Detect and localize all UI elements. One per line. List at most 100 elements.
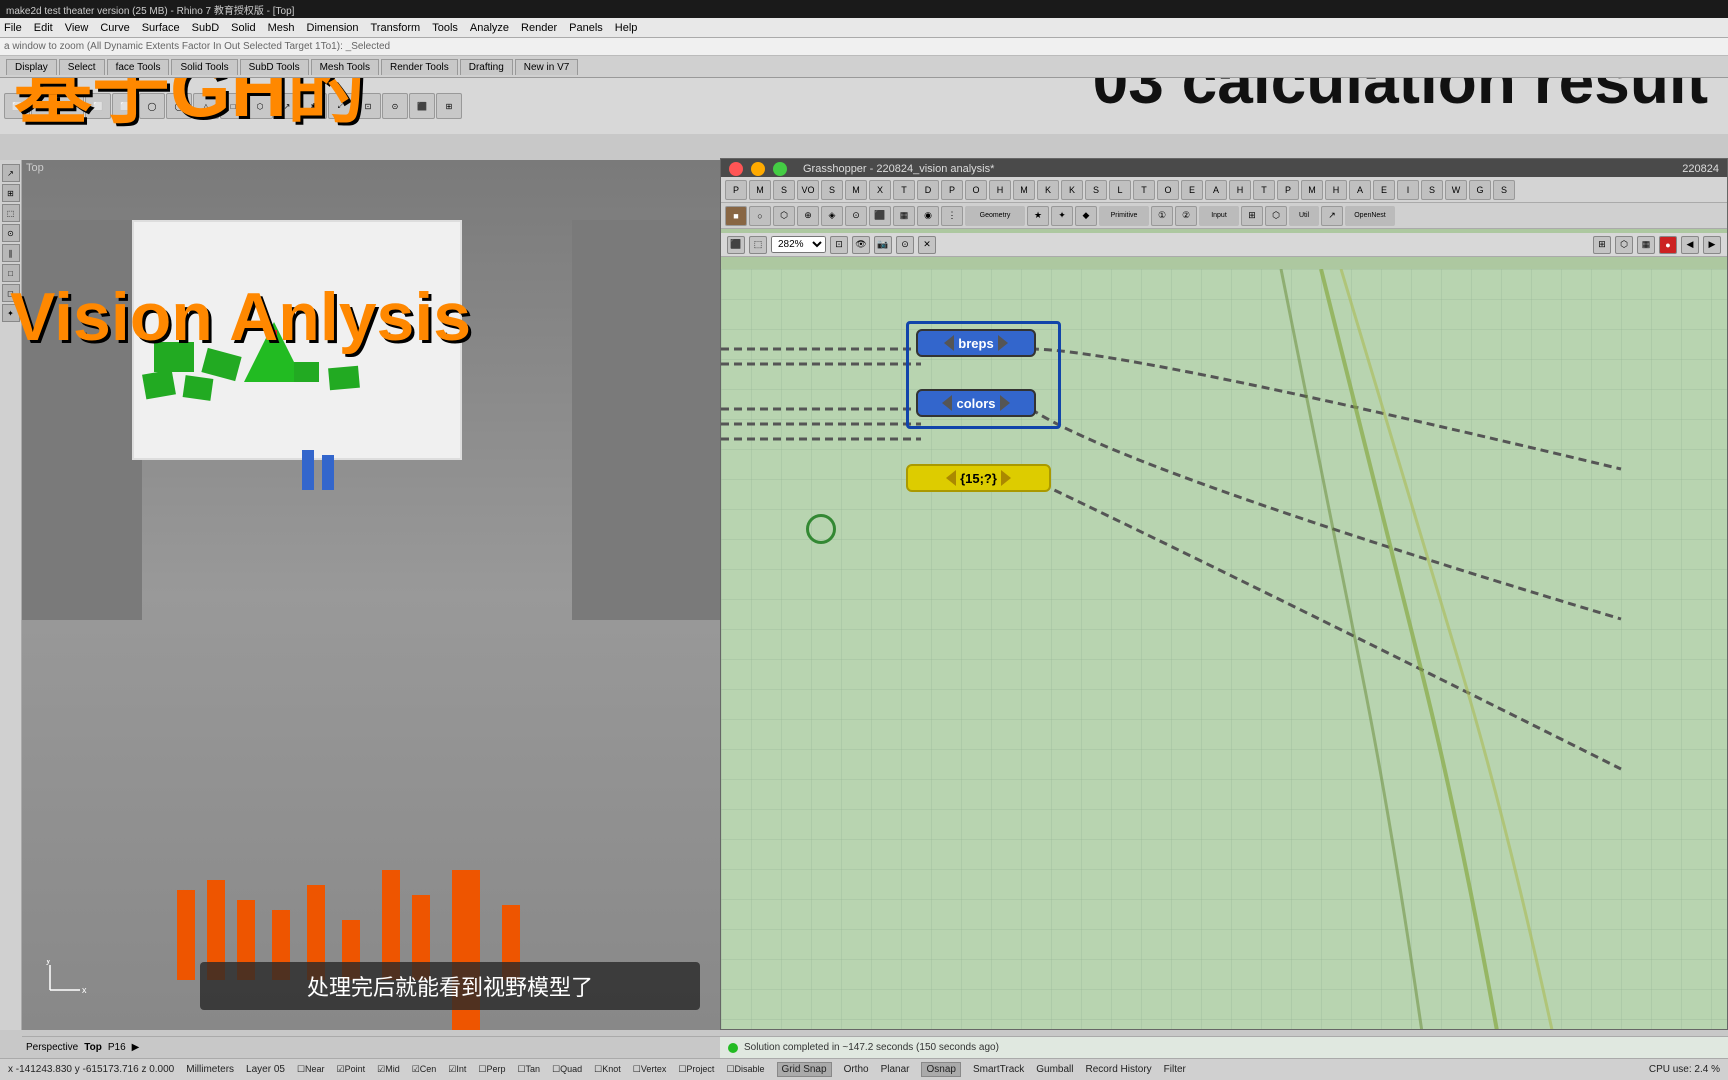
gh-tool-t[interactable]: T xyxy=(893,180,915,200)
status-filter[interactable]: Filter xyxy=(1164,1064,1186,1075)
status-snap-knot[interactable]: ☐Knot xyxy=(594,1064,621,1075)
gh-tool-vo[interactable]: VO xyxy=(797,180,819,200)
gh-tool-s[interactable]: S xyxy=(773,180,795,200)
gh-icon-4[interactable]: ⊕ xyxy=(797,206,819,226)
status-gumball[interactable]: Gumball xyxy=(1036,1064,1073,1075)
status-snap-near[interactable]: ☐Near xyxy=(297,1064,325,1075)
gh-icon-15[interactable]: ② xyxy=(1175,206,1197,226)
gh-minimize-btn[interactable] xyxy=(751,162,765,176)
status-ortho[interactable]: Ortho xyxy=(844,1064,869,1075)
toolbar-btn-17[interactable]: ⊞ xyxy=(436,93,462,119)
tab-face-tools[interactable]: face Tools xyxy=(107,59,170,75)
gh-tool-s4[interactable]: S xyxy=(1421,180,1443,200)
gh-zoom-eye[interactable]: 👁 xyxy=(852,236,870,254)
gh-maximize-btn[interactable] xyxy=(773,162,787,176)
gh-zoom-icon-1[interactable]: ⬛ xyxy=(727,236,745,254)
gh-tool-h3[interactable]: H xyxy=(1325,180,1347,200)
gh-tool-m3[interactable]: M xyxy=(1013,180,1035,200)
gh-canvas-circle[interactable] xyxy=(806,514,836,544)
status-snap-quad[interactable]: ☐Quad xyxy=(552,1064,582,1075)
status-snap-mid[interactable]: ☑Mid xyxy=(377,1064,400,1075)
gh-tool-t3[interactable]: T xyxy=(1253,180,1275,200)
menu-subd[interactable]: SubD xyxy=(192,22,220,34)
sidebar-icon-1[interactable]: ↗ xyxy=(2,164,20,182)
gh-zoom-extra1[interactable]: ⊙ xyxy=(896,236,914,254)
gh-zoom-camera[interactable]: 📷 xyxy=(874,236,892,254)
tab-display[interactable]: Display xyxy=(6,59,57,75)
gh-zoom-right1[interactable]: ⊞ xyxy=(1593,236,1611,254)
menu-dimension[interactable]: Dimension xyxy=(307,22,359,34)
gh-tool-k2[interactable]: K xyxy=(1061,180,1083,200)
gh-tool-x[interactable]: X xyxy=(869,180,891,200)
status-snap-perp[interactable]: ☐Perp xyxy=(478,1064,505,1075)
gh-tool-o[interactable]: O xyxy=(965,180,987,200)
status-gridsnap[interactable]: Grid Snap xyxy=(777,1062,832,1077)
gh-zoom-icon-2[interactable]: ⬚ xyxy=(749,236,767,254)
status-snap-project[interactable]: ☐Project xyxy=(678,1064,714,1075)
sidebar-icon-2[interactable]: ⊞ xyxy=(2,184,20,202)
menu-edit[interactable]: Edit xyxy=(34,22,53,34)
grasshopper-window[interactable]: Grasshopper - 220824_vision analysis* 22… xyxy=(720,158,1728,1030)
gh-tool-t2[interactable]: T xyxy=(1133,180,1155,200)
tab-perspective[interactable]: Perspective xyxy=(26,1042,78,1053)
tab-solid-tools[interactable]: Solid Tools xyxy=(171,59,237,75)
gh-zoom-right3[interactable]: ▦ xyxy=(1637,236,1655,254)
status-snap-tan[interactable]: ☐Tan xyxy=(517,1064,540,1075)
gh-tool-m[interactable]: M xyxy=(749,180,771,200)
menu-curve[interactable]: Curve xyxy=(100,22,129,34)
gh-tool-h2[interactable]: H xyxy=(1229,180,1251,200)
gh-node-breps[interactable]: breps xyxy=(916,329,1036,357)
gh-tool-e[interactable]: E xyxy=(1181,180,1203,200)
gh-tool-s3[interactable]: S xyxy=(1085,180,1107,200)
gh-tool-s5[interactable]: S xyxy=(1493,180,1515,200)
gh-icon-14[interactable]: ① xyxy=(1151,206,1173,226)
sidebar-icon-4[interactable]: ⊙ xyxy=(2,224,20,242)
sidebar-icon-3[interactable]: ⬚ xyxy=(2,204,20,222)
status-snap-cen[interactable]: ☑Cen xyxy=(412,1064,437,1075)
gh-icon-9[interactable]: ◉ xyxy=(917,206,939,226)
tab-render-tools[interactable]: Render Tools xyxy=(381,59,458,75)
toolbar-btn-16[interactable]: ⬛ xyxy=(409,93,435,119)
gh-tool-o2[interactable]: O xyxy=(1157,180,1179,200)
menu-solid[interactable]: Solid xyxy=(231,22,255,34)
status-snap-vertex[interactable]: ☐Vertex xyxy=(633,1064,667,1075)
gh-tool-w[interactable]: W xyxy=(1445,180,1467,200)
tab-select[interactable]: Select xyxy=(59,59,105,75)
gh-node-data[interactable]: {15;?} xyxy=(906,464,1051,492)
menu-render[interactable]: Render xyxy=(521,22,557,34)
gh-node-colors[interactable]: colors xyxy=(916,389,1036,417)
gh-tool-i[interactable]: I xyxy=(1397,180,1419,200)
status-planar[interactable]: Planar xyxy=(881,1064,910,1075)
gh-tool-h[interactable]: H xyxy=(989,180,1011,200)
gh-zoom-right6[interactable]: ▶ xyxy=(1703,236,1721,254)
gh-icon-6[interactable]: ⊙ xyxy=(845,206,867,226)
menu-help[interactable]: Help xyxy=(615,22,638,34)
tab-new-v7[interactable]: New in V7 xyxy=(515,59,579,75)
gh-tool-m4[interactable]: M xyxy=(1301,180,1323,200)
gh-icon-17[interactable]: ⬡ xyxy=(1265,206,1287,226)
gh-zoom-select[interactable]: 282% xyxy=(771,236,826,253)
gh-tool-e2[interactable]: E xyxy=(1373,180,1395,200)
status-smarttrack[interactable]: SmartTrack xyxy=(973,1064,1024,1075)
gh-icon-5[interactable]: ◈ xyxy=(821,206,843,226)
gh-tool-p2[interactable]: P xyxy=(941,180,963,200)
status-snap-disable[interactable]: ☐Disable xyxy=(726,1064,764,1075)
gh-tool-k[interactable]: K xyxy=(1037,180,1059,200)
gh-tool-p3[interactable]: P xyxy=(1277,180,1299,200)
gh-icon-8[interactable]: ▦ xyxy=(893,206,915,226)
gh-zoom-right4[interactable]: ● xyxy=(1659,236,1677,254)
gh-tool-l[interactable]: L xyxy=(1109,180,1131,200)
tab-plus[interactable]: ▶ xyxy=(132,1042,140,1053)
gh-icon-3[interactable]: ⬡ xyxy=(773,206,795,226)
gh-tool-s2[interactable]: S xyxy=(821,180,843,200)
status-osnap[interactable]: Osnap xyxy=(921,1062,960,1077)
menu-tools[interactable]: Tools xyxy=(432,22,458,34)
tab-mesh-tools[interactable]: Mesh Tools xyxy=(311,59,379,75)
gh-zoom-right5[interactable]: ◀ xyxy=(1681,236,1699,254)
gh-icon-18[interactable]: ↗ xyxy=(1321,206,1343,226)
gh-canvas[interactable]: breps colors {15;?} xyxy=(721,269,1727,1029)
gh-icon-1[interactable]: ■ xyxy=(725,206,747,226)
tab-p16[interactable]: P16 xyxy=(108,1042,126,1053)
gh-icon-10[interactable]: ⋮ xyxy=(941,206,963,226)
status-snap-point[interactable]: ☑Point xyxy=(337,1064,366,1075)
